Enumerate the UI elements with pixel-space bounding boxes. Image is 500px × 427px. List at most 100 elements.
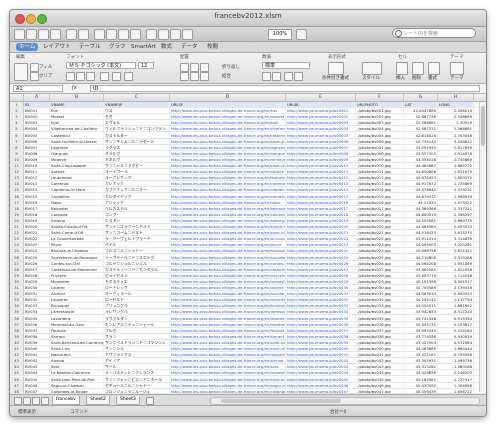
- cell-e29[interactable]: http://www.yournoma.jp/bv0028: [286, 272, 356, 278]
- cell-a38[interactable]: BV037: [24, 327, 50, 333]
- cell-h17[interactable]: 1.979422: [438, 199, 474, 205]
- cell-d25[interactable]: http://www.les-plus-beaux-villages-de-fr…: [170, 248, 286, 254]
- cell-h7[interactable]: 3.549812: [438, 138, 474, 144]
- cell-e42[interactable]: http://www.yournoma.jp/bv0041: [286, 352, 356, 358]
- cell-b28[interactable]: Castelnau-de-Montmiral: [50, 266, 104, 272]
- cell-e16[interactable]: http://www.yournoma.jp/bv0015: [286, 193, 356, 199]
- cell-h12[interactable]: 1.831875: [438, 169, 474, 175]
- cell-c29[interactable]: ピュイセルシ: [104, 272, 170, 278]
- row-header[interactable]: 2: [10, 108, 24, 114]
- cell-d4[interactable]: http://www.les-plus-beaux-villages-de-fr…: [170, 120, 286, 126]
- row-header[interactable]: 46: [10, 376, 24, 382]
- cell-a36[interactable]: BV035: [24, 315, 50, 321]
- row-header[interactable]: 41: [10, 346, 24, 352]
- cell-d33[interactable]: http://www.les-plus-beaux-villages-de-fr…: [170, 297, 286, 303]
- cell-g6[interactable]: 42.618028: [404, 132, 438, 138]
- cell-b19[interactable]: Conques: [50, 211, 104, 217]
- sheet-tab-2[interactable]: Sheet2: [86, 396, 110, 405]
- row-header[interactable]: 20: [10, 217, 24, 223]
- tab-tables[interactable]: テーブル: [76, 43, 104, 51]
- cell-a37[interactable]: BV036: [24, 321, 50, 327]
- cell-h18[interactable]: 2.337311: [438, 205, 474, 211]
- cell-b17[interactable]: Najac: [50, 199, 104, 205]
- cell-d27[interactable]: http://www.les-plus-beaux-villages-de-fr…: [170, 260, 286, 266]
- cell-b41[interactable]: Saint-Cirq: [50, 346, 104, 352]
- cell-c12[interactable]: オートワール: [104, 169, 170, 175]
- cell-f36[interactable]: ./photo/bv035.jpg: [356, 315, 404, 321]
- cell-f24[interactable]: ./photo/bv023.jpg: [356, 242, 404, 248]
- help-icon[interactable]: [296, 29, 307, 40]
- cell-a18[interactable]: BV017: [24, 205, 50, 211]
- cell-d14[interactable]: http://www.les-plus-beaux-villages-de-fr…: [170, 181, 286, 187]
- cell-d18[interactable]: http://www.les-plus-beaux-villages-de-fr…: [170, 205, 286, 211]
- cell-b15[interactable]: Capdenac-le-Haut: [50, 187, 104, 193]
- cell-h35[interactable]: 0.317244: [438, 309, 474, 315]
- decimal-increase-icon[interactable]: [284, 72, 293, 81]
- cell-g42[interactable]: 43.321167: [404, 352, 438, 358]
- cell-h30[interactable]: 4.201917: [438, 278, 474, 284]
- cell-b43[interactable]: Ainhoa: [50, 358, 104, 364]
- cell-f14[interactable]: ./photo/bv013.jpg: [356, 181, 404, 187]
- cell-b38[interactable]: Fources: [50, 327, 104, 333]
- themes-icon[interactable]: [450, 62, 464, 75]
- row-header[interactable]: 28: [10, 266, 24, 272]
- cell-f6[interactable]: ./photo/bv005.jpg: [356, 132, 404, 138]
- cell-c38[interactable]: フルセ: [104, 327, 170, 333]
- cell-h5[interactable]: 2.366881: [438, 126, 474, 132]
- cell-d32[interactable]: http://www.les-plus-beaux-villages-de-fr…: [170, 291, 286, 297]
- cell-g38[interactable]: 43.993344: [404, 327, 438, 333]
- font-name-select[interactable]: ＭＳ Ｐゴシック (本文): [66, 62, 136, 69]
- row-header[interactable]: 36: [10, 315, 24, 321]
- cell-a47[interactable]: BV046: [24, 382, 50, 388]
- cell-a40[interactable]: BV039: [24, 339, 50, 345]
- cell-c40[interactable]: サン＝ベルトラン＝ド＝コマンジュ: [104, 339, 170, 345]
- new-doc-icon[interactable]: [14, 29, 25, 40]
- cell-f12[interactable]: ./photo/bv011.jpg: [356, 169, 404, 175]
- cell-f31[interactable]: ./photo/bv030.jpg: [356, 285, 404, 291]
- cell-h28[interactable]: 1.822056: [438, 266, 474, 272]
- cell-c33[interactable]: ローゼルト: [104, 297, 170, 303]
- cell-e17[interactable]: http://www.yournoma.jp/bv0016: [286, 199, 356, 205]
- cell-g44[interactable]: 43.313281: [404, 364, 438, 370]
- tab-layout[interactable]: レイアウト: [40, 43, 74, 51]
- cell-a22[interactable]: BV021: [24, 230, 50, 236]
- row-header[interactable]: 23: [10, 236, 24, 242]
- cell-e10[interactable]: http://www.yournoma.jp/bv0009: [286, 156, 356, 162]
- cell-a13[interactable]: BV012: [24, 175, 50, 181]
- cell-g28[interactable]: 43.965281: [404, 266, 438, 272]
- row-header[interactable]: 30: [10, 278, 24, 284]
- cell-d1[interactable]: URLSF: [170, 102, 286, 108]
- cell-f30[interactable]: ./photo/bv029.jpg: [356, 278, 404, 284]
- cell-a19[interactable]: BV018: [24, 211, 50, 217]
- cell-c7[interactable]: サン＝ギレム＝ル＝デゼール: [104, 138, 170, 144]
- cell-c9[interactable]: オラルグ: [104, 150, 170, 156]
- cell-b27[interactable]: Cordes-sur-Ciel: [50, 260, 104, 266]
- cell-e22[interactable]: http://www.yournoma.jp/bv0021: [286, 230, 356, 236]
- cell-a4[interactable]: BV003: [24, 120, 50, 126]
- cell-g10[interactable]: 43.354528: [404, 156, 438, 162]
- cell-h27[interactable]: 1.951869: [438, 260, 474, 266]
- cell-e41[interactable]: http://www.yournoma.jp/bv0040: [286, 346, 356, 352]
- cell-c31[interactable]: ロートレック: [104, 285, 170, 291]
- cell-h39[interactable]: 0.930019: [438, 333, 474, 339]
- cell-g43[interactable]: 43.305931: [404, 358, 438, 364]
- save-icon[interactable]: [38, 29, 49, 40]
- cell-g27[interactable]: 44.064208: [404, 260, 438, 266]
- vertical-scroll-thumb[interactable]: [481, 106, 485, 146]
- row-header[interactable]: 19: [10, 211, 24, 217]
- cell-b32[interactable]: Auvillar: [50, 291, 104, 297]
- cell-g41[interactable]: 44.463889: [404, 346, 438, 352]
- cell-h13[interactable]: 1.800372: [438, 175, 474, 181]
- cell-e2[interactable]: http://www.yournoma.jp/bv0001: [286, 108, 356, 114]
- cell-g24[interactable]: 44.095003: [404, 242, 438, 248]
- cell-h29[interactable]: 1.714036: [438, 272, 474, 278]
- cell-f47[interactable]: ./photo/bv046.jpg: [356, 382, 404, 388]
- cell-d13[interactable]: http://www.les-plus-beaux-villages-de-fr…: [170, 175, 286, 181]
- cell-d42[interactable]: http://www.les-plus-beaux-villages-de-fr…: [170, 352, 286, 358]
- align-right-icon[interactable]: [200, 63, 209, 72]
- cell-d30[interactable]: http://www.les-plus-beaux-villages-de-fr…: [170, 278, 286, 284]
- cell-d29[interactable]: http://www.les-plus-beaux-villages-de-fr…: [170, 272, 286, 278]
- cell-a25[interactable]: BV024: [24, 248, 50, 254]
- cell-c39[interactable]: サラン: [104, 333, 170, 339]
- cell-h44[interactable]: -1.580186: [438, 364, 474, 370]
